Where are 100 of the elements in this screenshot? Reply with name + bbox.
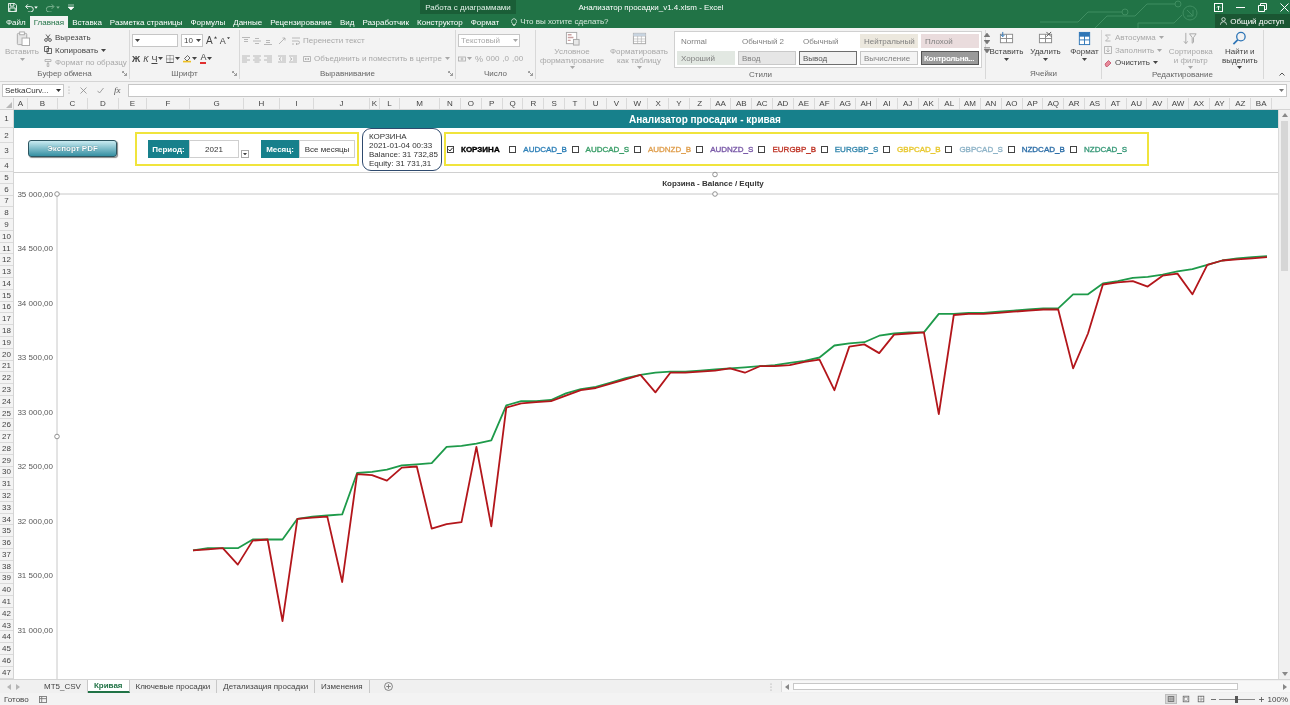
- ribbon-tab[interactable]: Формат: [466, 16, 504, 28]
- ribbon-button[interactable]: Вырезать: [44, 32, 127, 44]
- checkbox[interactable]: [1007, 145, 1015, 153]
- column-header[interactable]: AY: [1209, 98, 1231, 109]
- column-header[interactable]: AI: [876, 98, 898, 109]
- scroll-down-icon[interactable]: [984, 40, 990, 44]
- column-header[interactable]: AM: [960, 98, 981, 109]
- row-header[interactable]: 7: [0, 195, 13, 208]
- ribbon-display-options-icon[interactable]: [1214, 2, 1223, 12]
- ribbon-tab[interactable]: Рецензирование: [266, 16, 336, 28]
- column-header[interactable]: I: [280, 98, 314, 109]
- font-color-button[interactable]: A: [200, 53, 213, 64]
- column-header[interactable]: AZ: [1230, 98, 1252, 109]
- cells-command-button[interactable]: Вставить: [988, 31, 1025, 61]
- column-header[interactable]: W: [627, 98, 649, 109]
- editing-command-button[interactable]: Найти и выделить: [1217, 31, 1262, 69]
- row-header[interactable]: 16: [0, 301, 13, 314]
- column-header[interactable]: Y: [668, 98, 690, 109]
- row-header[interactable]: 24: [0, 395, 13, 408]
- column-header[interactable]: Z: [689, 98, 711, 109]
- row-header[interactable]: 17: [0, 313, 13, 326]
- column-header[interactable]: R: [523, 98, 545, 109]
- scroll-thumb[interactable]: [1281, 121, 1288, 271]
- row-header[interactable]: 36: [0, 537, 13, 549]
- dialog-launcher-icon[interactable]: [448, 71, 453, 76]
- scroll-left-icon[interactable]: [785, 683, 789, 690]
- dialog-launcher-icon[interactable]: [528, 71, 533, 76]
- checkbox[interactable]: [945, 145, 953, 153]
- resize-handle-icon[interactable]: [712, 171, 718, 178]
- name-box[interactable]: SetkaCurv...: [2, 83, 64, 97]
- vertical-scrollbar[interactable]: [1278, 110, 1290, 679]
- column-header[interactable]: AX: [1188, 98, 1210, 109]
- select-all-icon[interactable]: [6, 102, 12, 108]
- tell-me-field[interactable]: Что вы хотите сделать?: [511, 14, 609, 28]
- column-header[interactable]: K: [370, 98, 380, 109]
- column-header[interactable]: BA: [1251, 98, 1273, 109]
- row-header[interactable]: 15: [0, 289, 13, 302]
- row-header[interactable]: 32: [0, 490, 13, 502]
- column-header[interactable]: A: [14, 98, 28, 109]
- row-header[interactable]: 44: [0, 631, 13, 644]
- row-header[interactable]: 5: [0, 172, 13, 184]
- column-header[interactable]: M: [400, 98, 440, 109]
- row-header[interactable]: 39: [0, 572, 13, 585]
- ribbon-tab[interactable]: Вставка: [68, 16, 106, 28]
- row-header[interactable]: 29: [0, 454, 13, 467]
- font-name-field[interactable]: [132, 34, 178, 47]
- cells-command-button[interactable]: Формат: [1066, 31, 1103, 61]
- checkbox[interactable]: [633, 145, 641, 153]
- row-header[interactable]: 42: [0, 607, 13, 620]
- row-header[interactable]: 31: [0, 478, 13, 491]
- add-sheet-icon[interactable]: [383, 682, 393, 691]
- scroll-thumb[interactable]: [793, 683, 1238, 690]
- row-header[interactable]: 22: [0, 372, 13, 385]
- column-header[interactable]: AJ: [897, 98, 919, 109]
- column-header[interactable]: X: [648, 98, 669, 109]
- shrink-font-button[interactable]: A: [219, 35, 230, 46]
- column-header[interactable]: AG: [835, 98, 857, 109]
- sheet-tab[interactable]: Кривая: [87, 680, 130, 693]
- previous-sheet-icon[interactable]: [7, 683, 11, 690]
- ribbon-tab[interactable]: Файл: [2, 16, 30, 28]
- column-header[interactable]: Q: [502, 98, 524, 109]
- row-header[interactable]: 1: [0, 110, 13, 128]
- cells-command-button[interactable]: Удалить: [1027, 31, 1064, 61]
- bold-button[interactable]: Ж: [132, 53, 141, 64]
- ribbon-button[interactable]: Очистить: [1104, 57, 1164, 69]
- row-header[interactable]: 3: [0, 143, 13, 159]
- checkbox[interactable]: [571, 145, 579, 153]
- normal-view-icon[interactable]: [1164, 694, 1177, 704]
- customize-toolbar-icon[interactable]: [68, 4, 74, 10]
- row-header[interactable]: 26: [0, 419, 13, 432]
- borders-button[interactable]: [166, 54, 181, 63]
- checkbox[interactable]: [883, 145, 891, 153]
- scroll-down-icon[interactable]: [1281, 672, 1288, 676]
- row-header[interactable]: 19: [0, 336, 13, 349]
- row-header[interactable]: 6: [0, 183, 13, 196]
- row-header[interactable]: 35: [0, 525, 13, 538]
- expand-caret-icon[interactable]: [1279, 88, 1284, 92]
- scroll-right-icon[interactable]: [1283, 683, 1287, 690]
- checkbox[interactable]: [820, 145, 828, 153]
- row-header[interactable]: 13: [0, 266, 13, 279]
- column-header[interactable]: L: [380, 98, 400, 109]
- formula-input[interactable]: [127, 83, 1287, 97]
- slider-thumb[interactable]: [1235, 695, 1239, 703]
- save-icon[interactable]: [8, 2, 17, 12]
- period-field[interactable]: 2021: [189, 140, 239, 158]
- column-header[interactable]: AE: [793, 98, 815, 109]
- row-header[interactable]: 4: [0, 159, 13, 172]
- restore-icon[interactable]: [1258, 2, 1267, 12]
- column-header[interactable]: AR: [1064, 98, 1085, 109]
- ribbon-tab[interactable]: Разметка страницы: [105, 16, 187, 28]
- resize-handle-icon[interactable]: [54, 433, 60, 440]
- close-icon[interactable]: [1280, 2, 1289, 12]
- italic-button[interactable]: К: [143, 53, 149, 64]
- row-header[interactable]: 23: [0, 384, 13, 396]
- row-header[interactable]: 46: [0, 655, 13, 667]
- row-header[interactable]: 40: [0, 584, 13, 597]
- column-header[interactable]: V: [606, 98, 628, 109]
- checkbox[interactable]: [696, 145, 704, 153]
- row-header[interactable]: 25: [0, 407, 13, 420]
- row-header[interactable]: 8: [0, 207, 13, 220]
